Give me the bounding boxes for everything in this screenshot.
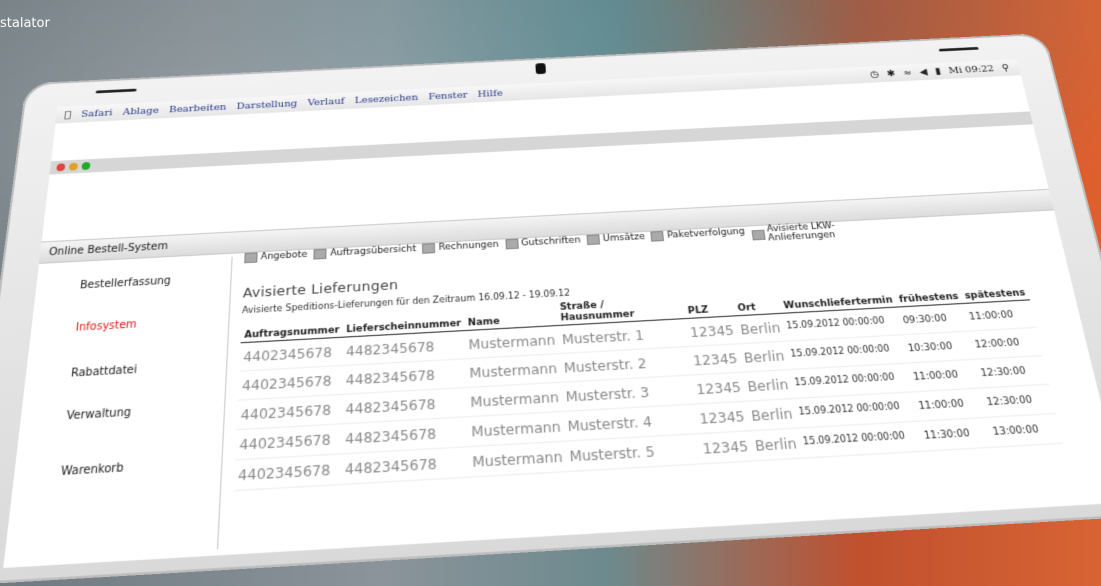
document-icon (587, 234, 601, 245)
menu-lesezeichen[interactable]: Lesezeichen (355, 92, 419, 105)
time-machine-icon[interactable]: ◷ (869, 69, 880, 79)
menu-hilfe[interactable]: Hilfe (477, 88, 503, 99)
cell-strasse: Musterstr. 5 (565, 434, 701, 472)
cell-ort: Berlin (739, 341, 790, 372)
cell-lieferscheinnummer: 4482345678 (341, 447, 469, 485)
col-header-ort: Ort (732, 290, 781, 316)
cell-plz: 12345 (691, 372, 746, 404)
cell-spaetestens: 12:30:00 (980, 384, 1055, 417)
cell-spaetestens: 13:00:00 (986, 413, 1062, 447)
browser-titlebar (50, 111, 1033, 174)
cell-ort: Berlin (742, 370, 793, 402)
cell-plz: 12345 (685, 316, 739, 347)
sidebar-item-bestellerfassung[interactable]: Bestellerfassung (79, 275, 171, 291)
camera-icon (535, 63, 546, 74)
menu-fenster[interactable]: Fenster (428, 90, 467, 102)
menubar-status-area: ◷ ✱ ≈ ◀ ▮ Mi 09:22 ⚲ (869, 63, 1010, 80)
sidebar-nav: Bestellerfassung Infosystem Rabattdatei … (38, 266, 201, 275)
package-icon (651, 231, 665, 242)
sidebar-divider (217, 257, 233, 550)
document-icon (423, 243, 436, 254)
document-icon (505, 239, 518, 250)
cell-fruehestens: 11:00:00 (913, 388, 987, 421)
wifi-icon[interactable]: ≈ (902, 68, 912, 78)
cell-ort: Berlin (750, 428, 802, 461)
battery-icon[interactable]: ▮ (934, 66, 942, 76)
document-icon (314, 249, 327, 260)
window-zoom-button[interactable] (81, 162, 90, 170)
background-brand-text: stalator (0, 16, 50, 31)
laptop:  Safari Ablage Bearbeiten Darstellung V… (0, 33, 1101, 585)
sidebar-item-rabattdatei[interactable]: Rabattdatei (70, 364, 137, 380)
menu-ablage[interactable]: Ablage (122, 105, 159, 117)
menu-verlauf[interactable]: Verlauf (307, 96, 344, 108)
col-header-fruehestens: frühestens (893, 280, 963, 307)
cell-fruehestens: 11:00:00 (907, 359, 980, 392)
cell-auftragsnummer: 4402345678 (234, 454, 342, 491)
cell-ort: Berlin (735, 313, 785, 343)
sidebar-item-infosystem[interactable]: Infosystem (75, 319, 137, 334)
cell-plz: 12345 (698, 431, 754, 464)
sidebar-item-verwaltung[interactable]: Verwaltung (66, 407, 132, 423)
cell-ort: Berlin (746, 399, 798, 431)
speaker-grille-right (939, 47, 979, 52)
bluetooth-icon[interactable]: ✱ (886, 68, 896, 78)
cell-wunschliefertermin: 15.09.2012 00:00:00 (798, 421, 924, 458)
col-header-plz: PLZ (683, 292, 736, 318)
cell-fruehestens: 09:30:00 (897, 303, 969, 334)
menu-safari[interactable]: Safari (81, 107, 113, 119)
cell-spaetestens: 11:00:00 (963, 300, 1036, 331)
tab-avisierte-lkw-anlieferungen[interactable]: Avisierte LKW-Anlieferungen (750, 222, 841, 245)
laptop-bezel:  Safari Ablage Bearbeiten Darstellung V… (0, 33, 1101, 585)
tab-umsaetze[interactable]: Umsätze (587, 232, 646, 245)
volume-icon[interactable]: ◀ (919, 67, 929, 77)
screen:  Safari Ablage Bearbeiten Darstellung V… (3, 59, 1101, 568)
window-minimize-button[interactable] (69, 163, 78, 171)
spotlight-search-icon[interactable]: ⚲ (1001, 63, 1011, 73)
truck-icon (751, 230, 765, 241)
cell-plz: 12345 (688, 344, 742, 375)
document-icon (244, 252, 257, 263)
app-title: Online Bestell-System (48, 240, 168, 257)
cell-plz: 12345 (695, 401, 750, 434)
cell-spaetestens: 12:00:00 (969, 327, 1043, 359)
menu-darstellung[interactable]: Darstellung (236, 98, 297, 111)
window-close-button[interactable] (56, 163, 65, 171)
cell-name: Mustermann (468, 441, 567, 477)
cell-spaetestens: 12:30:00 (975, 356, 1050, 389)
sidebar-item-warenkorb[interactable]: Warenkorb (60, 462, 124, 479)
cell-fruehestens: 10:30:00 (902, 331, 974, 363)
menubar-clock[interactable]: Mi 09:22 (948, 64, 995, 76)
speaker-grille-left (96, 89, 137, 94)
menu-bearbeiten[interactable]: Bearbeiten (169, 102, 227, 115)
main-content: Angebote Auftragsübersicht Rechnungen Gu… (234, 210, 1101, 491)
cell-fruehestens: 11:30:00 (918, 417, 993, 451)
tab-angebote[interactable]: Angebote (244, 250, 307, 264)
apple-icon[interactable]:  (64, 110, 71, 120)
